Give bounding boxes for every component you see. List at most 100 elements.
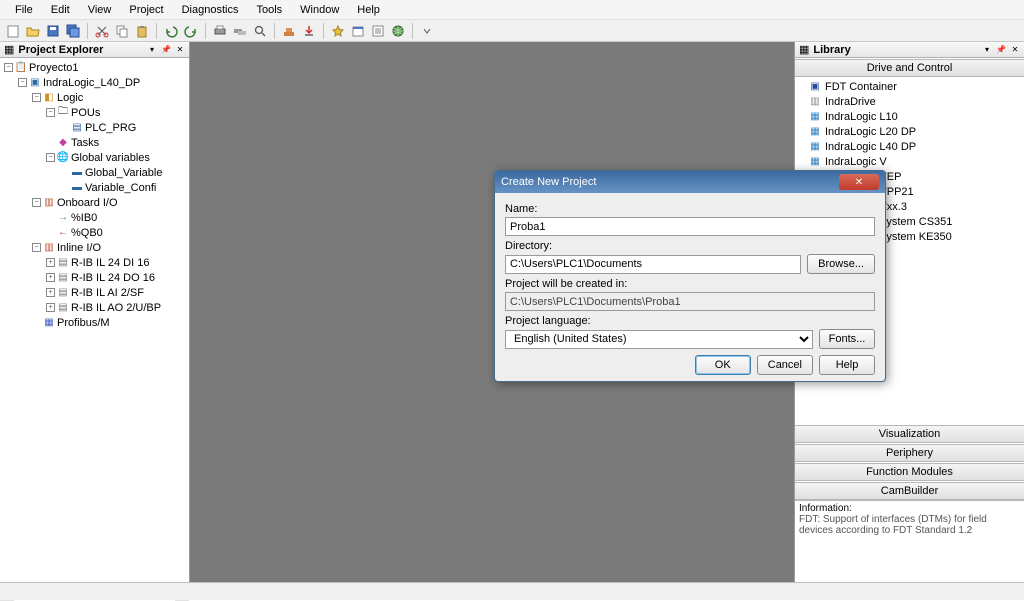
tree-qb0[interactable]: %QB0 (71, 227, 103, 239)
lib-item[interactable]: ▦IndraLogic L10 (799, 109, 1020, 124)
tree-indralogic[interactable]: IndraLogic_L40_DP (43, 77, 140, 89)
library-category-visualization[interactable]: Visualization (795, 425, 1024, 443)
library-close-icon[interactable]: ✕ (1010, 45, 1020, 55)
library-header: ▦ Library ▾ 📌 ✕ (795, 42, 1024, 58)
io-icon: ▥ (43, 197, 55, 209)
find-icon[interactable] (251, 22, 269, 40)
print-icon[interactable] (211, 22, 229, 40)
directory-input[interactable] (505, 255, 801, 274)
explorer-grip-icon: ▦ (4, 43, 14, 56)
explorer-dropdown-icon[interactable]: ▾ (147, 45, 157, 55)
copy-icon[interactable] (113, 22, 131, 40)
tree-toggle[interactable]: + (46, 258, 55, 267)
library-pin-icon[interactable]: 📌 (996, 45, 1006, 55)
tree-vconf[interactable]: Variable_Confi (85, 182, 156, 194)
dialog-titlebar[interactable]: Create New Project ✕ (495, 171, 885, 193)
menu-help[interactable]: Help (348, 2, 389, 18)
menu-file[interactable]: File (6, 2, 42, 18)
tree-profibus[interactable]: Profibus/M (57, 317, 110, 329)
save-icon[interactable] (44, 22, 62, 40)
open-icon[interactable] (24, 22, 42, 40)
undo-icon[interactable] (162, 22, 180, 40)
info-text: FDT: Support of interfaces (DTMs) for fi… (799, 514, 1020, 536)
tree-logic[interactable]: Logic (57, 92, 83, 104)
module-icon: ▤ (57, 302, 69, 314)
library-category-modules[interactable]: Function Modules (795, 463, 1024, 481)
tree-gvar[interactable]: Global_Variable (85, 167, 162, 179)
tree-plcprg[interactable]: PLC_PRG (85, 122, 136, 134)
info-label: Information: (799, 503, 1020, 514)
help-button[interactable]: Help (819, 355, 875, 375)
tree-ib0[interactable]: %IB0 (71, 212, 97, 224)
menu-diagnostics[interactable]: Diagnostics (173, 2, 248, 18)
lib-item[interactable]: ▥IndraDrive (799, 94, 1020, 109)
lib-item[interactable]: ▣FDT Container (799, 79, 1020, 94)
build-icon[interactable] (280, 22, 298, 40)
calendar-icon[interactable] (349, 22, 367, 40)
menu-edit[interactable]: Edit (42, 2, 79, 18)
tree-io3[interactable]: R-IB IL AI 2/SF (71, 287, 144, 299)
library-grip-icon: ▦ (799, 43, 809, 56)
tree-onboard[interactable]: Onboard I/O (57, 197, 118, 209)
settings-icon[interactable] (369, 22, 387, 40)
explorer-tree[interactable]: −📋Proyecto1 −▣IndraLogic_L40_DP −◧Logic … (0, 58, 189, 586)
tree-toggle[interactable]: − (32, 243, 41, 252)
tree-toggle[interactable]: + (46, 288, 55, 297)
logic-icon: ◧ (43, 92, 55, 104)
project-explorer-panel: ▦ Project Explorer ▾ 📌 ✕ −📋Proyecto1 −▣I… (0, 42, 190, 600)
var-icon: ▬ (71, 167, 83, 179)
printers-icon[interactable] (231, 22, 249, 40)
tree-tasks[interactable]: Tasks (71, 137, 99, 149)
paste-icon[interactable] (133, 22, 151, 40)
lib-item[interactable]: ▦IndraLogic L20 DP (799, 124, 1020, 139)
globe-icon: 🌐 (57, 152, 69, 164)
tree-io4[interactable]: R-IB IL AO 2/U/BP (71, 302, 161, 314)
lib-item[interactable]: ▦IndraLogic V (799, 154, 1020, 169)
browse-button[interactable]: Browse... (807, 254, 875, 274)
dropdown-icon[interactable] (418, 22, 436, 40)
star-icon[interactable] (329, 22, 347, 40)
menu-window[interactable]: Window (291, 2, 348, 18)
globe-icon[interactable] (389, 22, 407, 40)
explorer-close-icon[interactable]: ✕ (175, 45, 185, 55)
menu-view[interactable]: View (79, 2, 121, 18)
module-icon: ▤ (57, 287, 69, 299)
fonts-button[interactable]: Fonts... (819, 329, 875, 349)
download-icon[interactable] (300, 22, 318, 40)
io-icon: ▥ (43, 242, 55, 254)
tree-toggle[interactable]: − (4, 63, 13, 72)
menu-tools[interactable]: Tools (247, 2, 291, 18)
tree-project[interactable]: Proyecto1 (29, 62, 79, 74)
dialog-close-button[interactable]: ✕ (839, 174, 879, 190)
name-label: Name: (505, 203, 875, 215)
tree-io1[interactable]: R-IB IL 24 DI 16 (71, 257, 149, 269)
cancel-button[interactable]: Cancel (757, 355, 813, 375)
tree-toggle[interactable]: − (18, 78, 27, 87)
new-icon[interactable] (4, 22, 22, 40)
language-select[interactable]: English (United States) (505, 330, 813, 349)
tree-toggle[interactable]: − (46, 153, 55, 162)
tree-toggle[interactable]: − (32, 198, 41, 207)
explorer-pin-icon[interactable]: 📌 (161, 45, 171, 55)
tree-toggle[interactable]: − (32, 93, 41, 102)
tree-toggle[interactable]: + (46, 303, 55, 312)
tree-globals[interactable]: Global variables (71, 152, 150, 164)
saveall-icon[interactable] (64, 22, 82, 40)
tree-inline[interactable]: Inline I/O (57, 242, 101, 254)
library-category-periphery[interactable]: Periphery (795, 444, 1024, 462)
tree-io2[interactable]: R-IB IL 24 DO 16 (71, 272, 155, 284)
lib-item[interactable]: ▦IndraLogic L40 DP (799, 139, 1020, 154)
drive-icon: ▥ (809, 96, 821, 108)
cut-icon[interactable] (93, 22, 111, 40)
tree-toggle[interactable]: − (46, 108, 55, 117)
library-dropdown-icon[interactable]: ▾ (982, 45, 992, 55)
ok-button[interactable]: OK (695, 355, 751, 375)
tree-toggle[interactable]: + (46, 273, 55, 282)
redo-icon[interactable] (182, 22, 200, 40)
library-category-cambuilder[interactable]: CamBuilder (795, 482, 1024, 500)
tree-pous[interactable]: POUs (71, 107, 100, 119)
name-input[interactable] (505, 217, 875, 236)
plc-icon: ▦ (809, 126, 821, 138)
menu-project[interactable]: Project (120, 2, 172, 18)
library-category-drive[interactable]: Drive and Control (795, 59, 1024, 77)
